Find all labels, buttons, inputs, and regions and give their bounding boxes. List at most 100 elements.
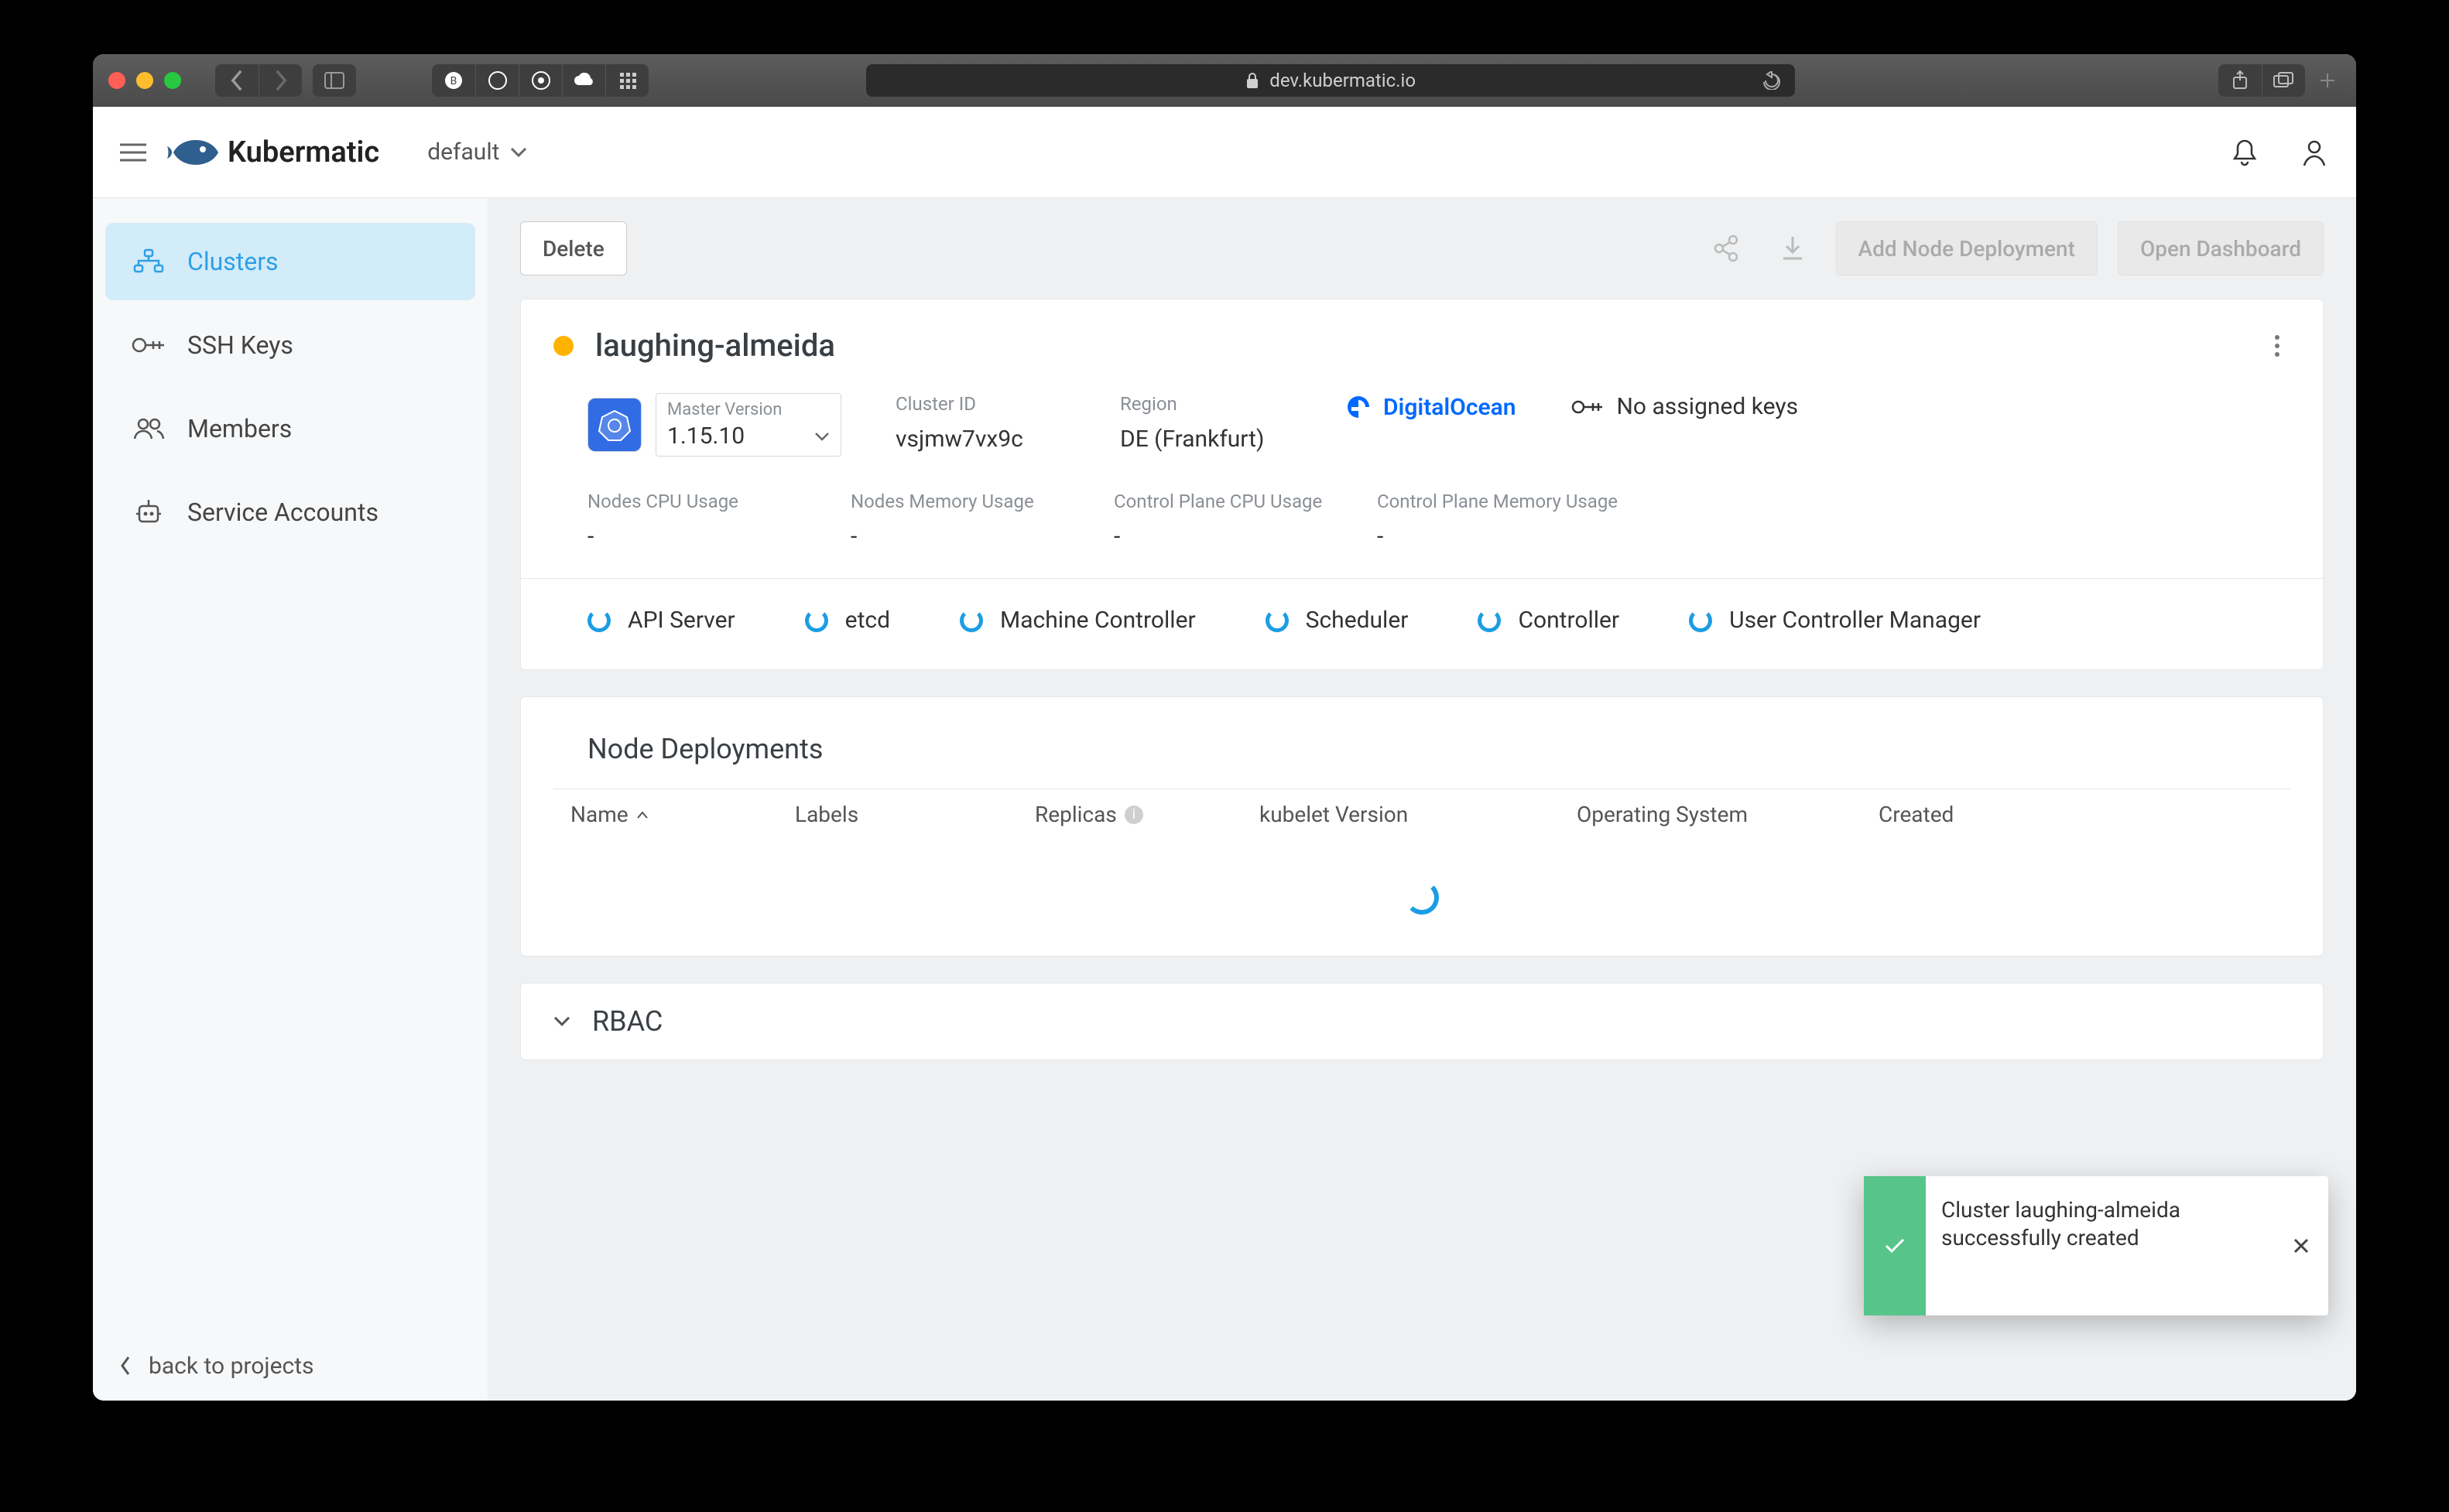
ssh-keys-assigned[interactable]: No assigned keys [1570,393,1799,420]
sidebar-item-clusters[interactable]: Clusters [105,223,475,300]
app-body: Clusters SSH Keys Members Service Accoun… [93,198,2356,1401]
maximize-window[interactable] [164,72,181,89]
metric-value: - [1114,523,1323,550]
toast-status-bar [1864,1176,1926,1315]
metric-label: Control Plane Memory Usage [1377,491,1618,512]
node-deployments-card: Node Deployments Name Labels Replicas i … [520,696,2324,956]
brand-logo[interactable]: Kubermatic [166,131,379,174]
col-label: Operating System [1577,802,1748,827]
new-tab-button[interactable] [2314,67,2341,94]
sidebar-item-sshkeys[interactable]: SSH Keys [105,306,475,384]
ext-grid[interactable] [605,64,649,97]
cluster-menu-button[interactable] [2264,333,2290,359]
address-bar[interactable]: dev.kubermatic.io [866,64,1795,97]
sidebar-item-label: SSH Keys [187,330,293,360]
account-button[interactable] [2297,135,2331,169]
spinner-icon [587,609,611,632]
sidebar-item-members[interactable]: Members [105,390,475,467]
project-name: default [427,139,499,166]
toast-success: Cluster laughing-almeida successfully cr… [1864,1176,2328,1315]
kubernetes-icon [587,398,642,452]
ext-2[interactable] [475,64,519,97]
sidebar-item-label: Members [187,414,292,443]
component-label: Machine Controller [1000,607,1196,634]
delete-button[interactable]: Delete [520,221,627,275]
col-replicas[interactable]: Replicas i [1035,802,1252,827]
extension-buttons: B [432,64,649,97]
sidebar-item-label: Clusters [187,247,279,276]
share-button[interactable] [2218,64,2262,97]
col-os[interactable]: Operating System [1577,802,1871,827]
spinner-icon [1405,881,1439,915]
components-row: API Server etcd Machine Controller Sched… [553,599,2290,641]
open-dashboard-button[interactable]: Open Dashboard [2118,221,2324,275]
master-version-select[interactable]: Master Version 1.15.10 [656,393,841,457]
cluster-status-dot [553,336,574,356]
ext-3[interactable] [519,64,562,97]
component-status: Scheduler [1266,607,1409,634]
sidebar: Clusters SSH Keys Members Service Accoun… [93,198,488,1401]
sidebar-item-label: Service Accounts [187,498,378,527]
brand-text: Kubermatic [228,135,379,169]
members-icon [132,412,166,446]
delete-label: Delete [543,236,605,262]
chevron-down-icon [814,432,830,441]
back-label: back to projects [149,1353,314,1380]
action-row: Delete Add Node Deployment Open Dashboar… [520,221,2324,275]
spinner-icon [1689,609,1712,632]
kubermatic-fish-icon [166,131,220,174]
main-content: Delete Add Node Deployment Open Dashboar… [488,198,2356,1401]
chevron-left-icon [119,1356,132,1376]
ext-cloud[interactable] [562,64,605,97]
app-header: Kubermatic default [93,107,2356,198]
project-selector[interactable]: default [427,139,527,166]
tabs-button[interactable] [2262,64,2305,97]
master-version-label: Master Version [667,400,830,419]
rbac-toggle[interactable]: RBAC [553,1005,2290,1038]
download-button[interactable] [1769,225,1816,272]
keys-text: No assigned keys [1617,393,1799,420]
open-dash-label: Open Dashboard [2140,236,2301,262]
close-window[interactable] [108,72,125,89]
col-name[interactable]: Name [570,802,787,827]
digitalocean-icon [1344,393,1372,421]
cloud-provider: DigitalOcean [1344,393,1516,421]
chevron-down-icon [553,1016,570,1027]
col-created[interactable]: Created [1879,802,2049,827]
notifications-button[interactable] [2228,135,2262,169]
master-version-value: 1.15.10 [667,422,745,450]
sidebar-item-serviceaccounts[interactable]: Service Accounts [105,474,475,551]
reload-icon[interactable] [1762,71,1781,90]
back-to-projects[interactable]: back to projects [93,1331,488,1401]
component-label: etcd [845,607,890,634]
info-icon[interactable]: i [1125,806,1143,824]
col-kubelet[interactable]: kubelet Version [1259,802,1569,827]
robot-icon [132,495,166,529]
component-label: Controller [1518,607,1619,634]
sidebar-toggle-group [313,64,356,97]
ext-1[interactable]: B [432,64,475,97]
col-label: Replicas [1035,802,1117,827]
add-node-deployment-button[interactable]: Add Node Deployment [1836,221,2098,275]
component-label: Scheduler [1306,607,1409,634]
minimize-window[interactable] [136,72,153,89]
back-button[interactable] [215,64,259,97]
component-label: API Server [628,607,735,634]
metrics-row: Nodes CPU Usage- Nodes Memory Usage- Con… [553,475,2290,558]
key-icon [132,328,166,362]
forward-button[interactable] [259,64,302,97]
share-cluster-button[interactable] [1703,225,1749,272]
metric-value: - [851,523,1060,550]
key-icon [1570,398,1605,416]
metric-value: - [587,523,796,550]
component-status: etcd [805,607,890,634]
node-deployments-title: Node Deployments [587,733,2290,765]
master-version-group: Master Version 1.15.10 [587,393,841,457]
menu-button[interactable] [118,137,149,168]
sidebar-toggle[interactable] [313,64,356,97]
svg-text:B: B [450,75,457,87]
region-value: DE (Frankfurt) [1120,426,1290,453]
col-labels[interactable]: Labels [795,802,1027,827]
toast-close-button[interactable] [2274,1176,2328,1315]
col-label: Created [1879,802,1954,827]
